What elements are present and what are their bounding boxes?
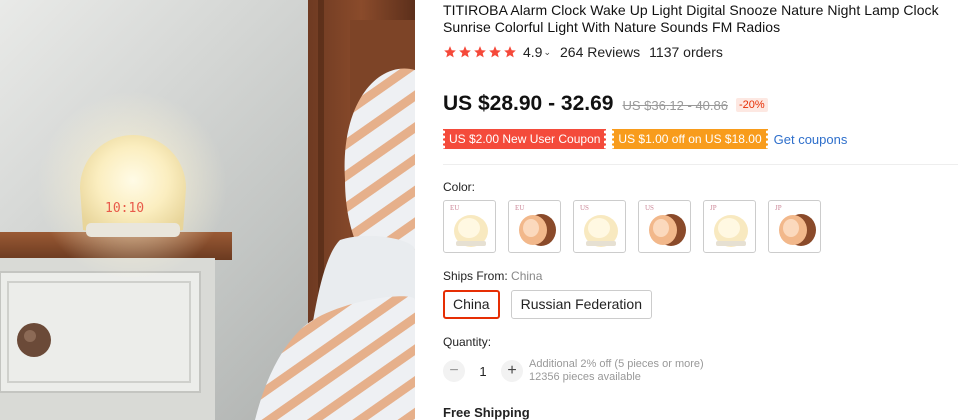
color-label: Color:: [443, 180, 476, 194]
ships-from-option-china[interactable]: China: [443, 290, 500, 319]
free-shipping-heading: Free Shipping: [443, 405, 530, 420]
ships-from-label: Ships From: China: [443, 269, 542, 283]
stock-available: 12356 pieces available: [529, 371, 641, 383]
ships-from-options: China Russian Federation: [443, 290, 652, 319]
star-icon: [504, 46, 516, 58]
current-price: US $28.90 - 32.69: [443, 92, 614, 115]
color-swatch-us-wood[interactable]: US: [638, 200, 691, 253]
coupon-row: US $2.00 New User Coupon US $1.00 off on…: [441, 129, 848, 149]
ships-from-option-russia[interactable]: Russian Federation: [510, 290, 652, 319]
reviews-link[interactable]: 264 Reviews: [560, 44, 640, 60]
swatch-tag: JP: [775, 204, 782, 212]
color-swatch-jp-wood[interactable]: JP: [768, 200, 821, 253]
swatch-tag: US: [645, 204, 654, 212]
quantity-increase-button[interactable]: +: [501, 360, 523, 382]
quantity-decrease-button[interactable]: −: [443, 360, 465, 382]
ships-from-text: Ships From:: [443, 269, 508, 283]
new-user-coupon[interactable]: US $2.00 New User Coupon: [441, 129, 608, 149]
color-swatch-us-white[interactable]: US: [573, 200, 626, 253]
swatch-tag: EU: [450, 204, 460, 212]
star-icon: [459, 46, 471, 58]
product-image[interactable]: 10:10: [0, 0, 415, 420]
price-row: US $28.90 - 32.69 US $36.12 - 40.86 -20%: [443, 92, 768, 116]
divider: [443, 164, 958, 165]
star-icon: [489, 46, 501, 58]
rating-value[interactable]: 4.9: [523, 44, 542, 60]
chevron-down-icon[interactable]: ⌄: [543, 47, 551, 58]
quantity-info: Additional 2% off (5 pieces or more) 123…: [529, 358, 704, 384]
swatch-tag: JP: [710, 204, 717, 212]
quantity-label: Quantity:: [443, 335, 492, 349]
swatch-tag: US: [580, 204, 589, 212]
star-icon: [474, 46, 486, 58]
ships-from-value: China: [511, 269, 543, 283]
product-photo-illustration: 10:10: [0, 0, 415, 420]
star-icon: [444, 46, 456, 58]
color-swatches: EU EU US US JP JP: [443, 200, 821, 253]
bulk-discount-note: Additional 2% off (5 pieces or more): [529, 358, 704, 370]
swatch-tag: EU: [515, 204, 525, 212]
product-title-container: TITIROBA Alarm Clock Wake Up Light Digit…: [443, 2, 958, 36]
rating-row: 4.9 ⌄ 264 Reviews 1137 orders: [443, 44, 723, 60]
get-coupons-link[interactable]: Get coupons: [774, 132, 848, 147]
discount-badge: -20%: [735, 98, 768, 112]
product-title: TITIROBA Alarm Clock Wake Up Light Digit…: [443, 2, 939, 35]
original-price: US $36.12 - 40.86: [622, 98, 728, 113]
quantity-stepper: − 1 + Additional 2% off (5 pieces or mor…: [443, 358, 704, 384]
store-coupon[interactable]: US $1.00 off on US $18.00: [611, 129, 769, 149]
color-swatch-eu-white[interactable]: EU: [443, 200, 496, 253]
orders-count: 1137 orders: [649, 44, 723, 60]
lamp-clock-digits: 10:10: [105, 201, 144, 216]
color-swatch-eu-wood[interactable]: EU: [508, 200, 561, 253]
star-rating[interactable]: [443, 45, 517, 59]
quantity-input[interactable]: 1: [465, 364, 501, 379]
color-swatch-jp-white[interactable]: JP: [703, 200, 756, 253]
